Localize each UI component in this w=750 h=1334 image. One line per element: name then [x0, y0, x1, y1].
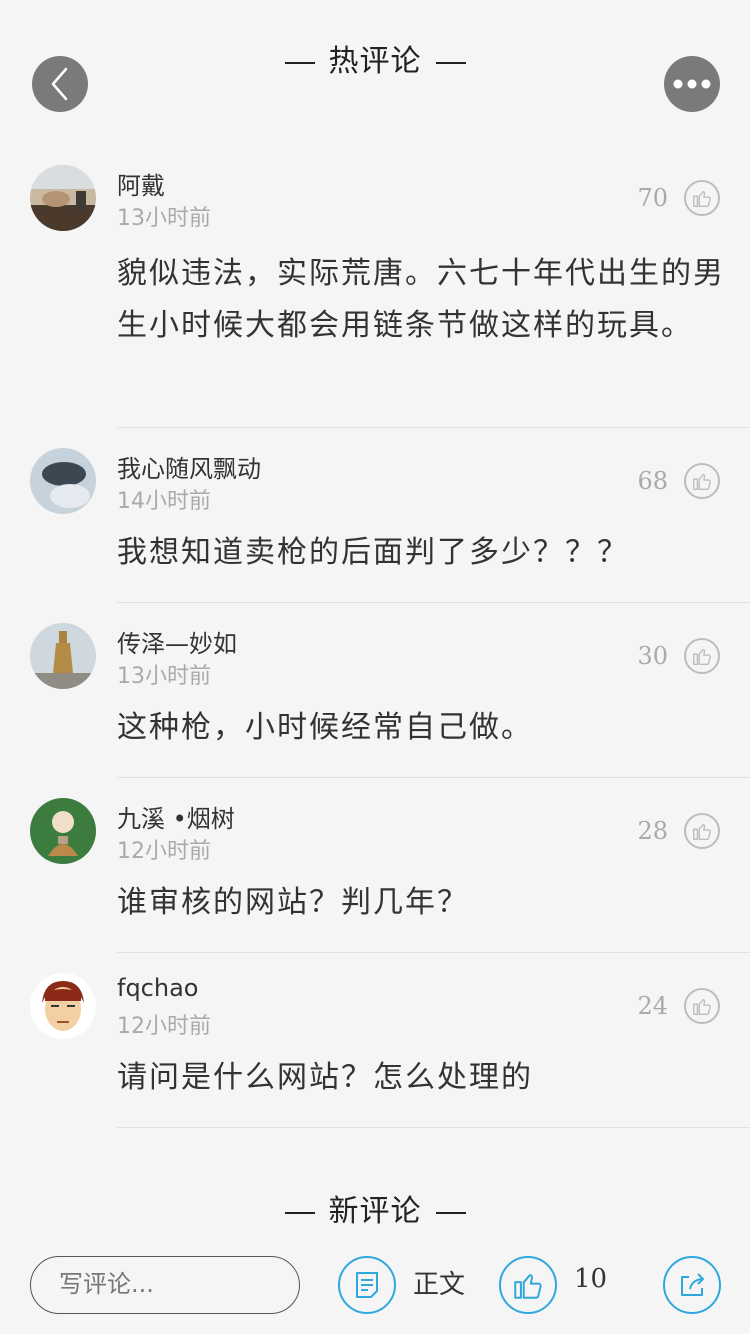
- like-count: 24: [637, 992, 668, 1020]
- thumbs-up-icon[interactable]: [684, 180, 720, 216]
- comment-username[interactable]: 传泽—妙如: [117, 624, 237, 659]
- article-button[interactable]: [338, 1256, 396, 1314]
- like-count: 28: [637, 817, 668, 845]
- article-like-count: 10: [574, 1264, 608, 1294]
- comment-text: 我想知道卖枪的后面判了多少？？？: [117, 535, 629, 570]
- comment-text: 貌似违法，实际荒唐。六七十年代出生的男生小时候大都会用链条节做这样的玩具。: [117, 256, 725, 343]
- comments-page: 热评论 阿戴 13小时前 70 貌似违法，实际荒唐。六七十年代出生的男生小时候大…: [0, 0, 750, 1334]
- comment-username[interactable]: 九溪 •烟树: [117, 799, 235, 834]
- comment-time: 13小时前: [117, 206, 211, 231]
- avatar[interactable]: [30, 165, 96, 231]
- avatar[interactable]: [30, 973, 96, 1039]
- share-icon: [681, 1273, 704, 1296]
- divider: [117, 1127, 750, 1128]
- comment-time: 12小时前: [117, 839, 211, 864]
- write-comment-input[interactable]: 写评论...: [30, 1256, 300, 1314]
- header: 热评论: [0, 0, 750, 120]
- thumbs-up-icon[interactable]: [684, 988, 720, 1024]
- comment-time: 13小时前: [117, 664, 211, 689]
- comment-text: 请问是什么网站？怎么处理的: [117, 1060, 533, 1095]
- comment-username[interactable]: 我心随风飘动: [117, 449, 261, 484]
- hot-comments-title: 热评论: [0, 36, 750, 80]
- avatar[interactable]: [30, 623, 96, 689]
- thumbs-up-icon: [514, 1274, 542, 1299]
- divider: [117, 602, 750, 603]
- thumbs-up-icon[interactable]: [684, 813, 720, 849]
- comment-time: 12小时前: [117, 1014, 211, 1039]
- divider: [117, 777, 750, 778]
- more-button[interactable]: [664, 56, 720, 112]
- like-count: 70: [637, 184, 668, 212]
- like-count: 68: [637, 467, 668, 495]
- like-article-button[interactable]: [499, 1256, 557, 1314]
- more-dots-icon: [673, 79, 711, 89]
- avatar[interactable]: [30, 798, 96, 864]
- divider: [117, 952, 750, 953]
- comment-username[interactable]: fqchao: [117, 974, 198, 1002]
- like-count: 30: [637, 642, 668, 670]
- article-label[interactable]: 正文: [413, 1264, 465, 1301]
- bottom-toolbar: 写评论... 正文 10: [0, 1240, 750, 1334]
- share-button[interactable]: [663, 1256, 721, 1314]
- avatar[interactable]: [30, 448, 96, 514]
- divider: [117, 427, 750, 428]
- document-icon: [356, 1272, 378, 1298]
- comment-username[interactable]: 阿戴: [117, 166, 165, 201]
- comment-text: 这种枪，小时候经常自己做。: [117, 710, 533, 745]
- new-comments-title: 新评论: [0, 1186, 750, 1230]
- comment-time: 14小时前: [117, 489, 211, 514]
- thumbs-up-icon[interactable]: [684, 638, 720, 674]
- comment-text: 谁审核的网站？判几年？: [117, 885, 469, 920]
- thumbs-up-icon[interactable]: [684, 463, 720, 499]
